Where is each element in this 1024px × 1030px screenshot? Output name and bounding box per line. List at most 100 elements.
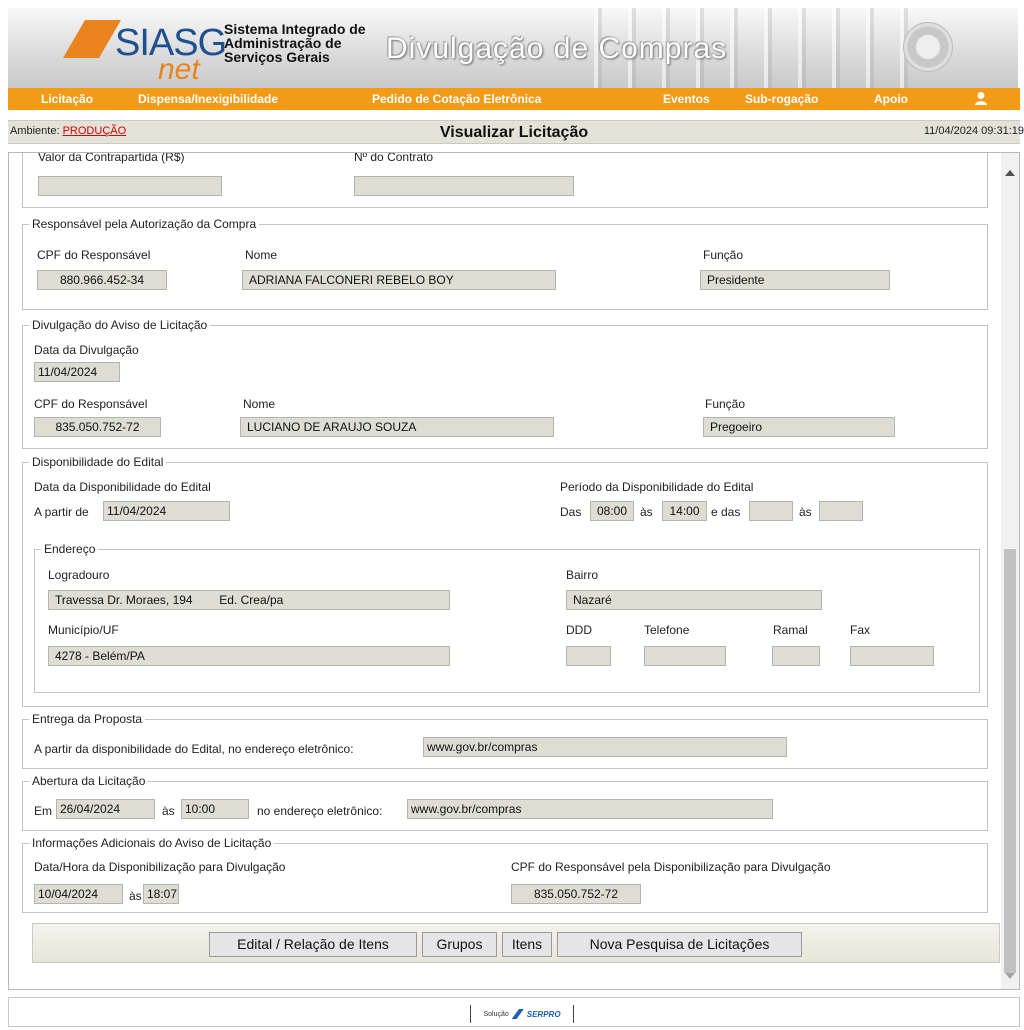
divulgacao-nome-label: Nome (243, 397, 276, 411)
bairro-field: Nazaré (566, 590, 822, 610)
content-panel: Valor da Contrapartida (R$) Nº do Contra… (8, 152, 1020, 990)
valor-contrapartida-field (38, 176, 222, 196)
edital-as-label-1: às (640, 505, 653, 519)
fax-label: Fax (850, 623, 871, 637)
environment-indicator: Ambiente: PRODUÇÃO (10, 125, 126, 137)
autorizacao-funcao-label: Função (703, 248, 744, 262)
edital-e-das-label: e das (711, 505, 741, 519)
telefone-field (644, 646, 726, 666)
info-hora-field: 18:07 (143, 884, 179, 904)
abertura-as-label: às (162, 804, 175, 818)
grupos-button[interactable]: Grupos (422, 932, 497, 957)
entrega-legend: Entrega da Proposta (29, 712, 146, 726)
menu-eventos[interactable]: Eventos (663, 92, 710, 106)
environment-link[interactable]: PRODUÇÃO (63, 125, 127, 137)
info-cpf-field: 835.050.752-72 (511, 884, 641, 904)
menu-apoio[interactable]: Apoio (874, 92, 908, 106)
logradouro-value: Travessa Dr. Moraes, 194 Ed. Crea/pa (55, 593, 284, 607)
edital-data-label: Data da Disponibilidade do Edital (34, 480, 211, 494)
numero-contrato-field (354, 176, 574, 196)
edital-hora3-field (749, 501, 793, 521)
entrega-fieldset: Entrega da Proposta A partir da disponib… (22, 712, 988, 769)
divulgacao-data-label: Data da Divulgação (34, 343, 139, 357)
scrollbar-thumb[interactable] (1004, 549, 1016, 973)
action-button-bar: Edital / Relação de Itens Grupos Itens N… (32, 923, 1000, 963)
endereco-fieldset: Endereço Logradouro Travessa Dr. Moraes,… (34, 542, 980, 693)
itens-button[interactable]: Itens (502, 932, 552, 957)
divulgacao-legend: Divulgação do Aviso de Licitação (29, 318, 211, 332)
edital-periodo-label: Período da Disponibilidade do Edital (560, 480, 754, 494)
vertical-scrollbar[interactable] (1001, 153, 1019, 989)
solucao-text: Solução (483, 1010, 509, 1018)
abertura-fieldset: Abertura da Licitação Em 26/04/2024 às 1… (22, 774, 988, 831)
serpro-badge: Solução SERPRO (470, 1005, 574, 1023)
abertura-url-field: www.gov.br/compras (407, 799, 773, 819)
autorizacao-nome-label: Nome (245, 248, 278, 262)
edital-a-partir-label: A partir de (34, 505, 89, 519)
endereco-legend: Endereço (41, 542, 99, 556)
edital-hora1-field: 08:00 (590, 501, 634, 521)
edital-legend: Disponibilidade do Edital (29, 455, 167, 469)
divulgacao-fieldset: Divulgação do Aviso de Licitação Data da… (22, 318, 988, 449)
menu-dispensa-inexigibilidade[interactable]: Dispensa/Inexigibilidade (138, 92, 278, 106)
autorizacao-nome-field: ADRIANA FALCONERI REBELO BOY (242, 270, 556, 290)
divulgacao-funcao-label: Função (705, 397, 746, 411)
system-name: Sistema Integrado de Administração de Se… (224, 22, 374, 64)
fax-field (850, 646, 934, 666)
nova-pesquisa-button[interactable]: Nova Pesquisa de Licitações (557, 932, 802, 957)
header-banner: SIASG net Sistema Integrado de Administr… (8, 8, 1018, 88)
divulgacao-cpf-field: 835.050.752-72 (34, 417, 161, 437)
autorizacao-legend: Responsável pela Autorização da Compra (29, 217, 260, 231)
ramal-label: Ramal (773, 623, 808, 637)
ddd-field (566, 646, 611, 666)
numero-contrato-label: Nº do Contrato (354, 152, 434, 164)
bairro-label: Bairro (566, 568, 599, 582)
serpro-text: SERPRO (526, 1009, 561, 1019)
scroll-down-arrow-icon[interactable] (1005, 973, 1015, 979)
municipio-field: 4278 - Belém/PA (48, 646, 450, 666)
contrapartida-fieldset: Valor da Contrapartida (R$) Nº do Contra… (22, 152, 988, 208)
abertura-legend: Abertura da Licitação (29, 774, 149, 788)
user-icon[interactable] (974, 91, 988, 106)
divulgacao-data-field: 11/04/2024 (34, 362, 120, 382)
siasg-logo: SIASG net (63, 20, 227, 86)
entrega-text: A partir da disponibilidade do Edital, n… (34, 742, 354, 756)
info-adicionais-fieldset: Informações Adicionais do Aviso de Licit… (22, 836, 988, 913)
footer: Solução SERPRO (8, 997, 1020, 1027)
info-data-field: 10/04/2024 (34, 884, 123, 904)
edital-relacao-itens-button[interactable]: Edital / Relação de Itens (209, 932, 417, 957)
logradouro-field: Travessa Dr. Moraes, 194 Ed. Crea/pa (48, 590, 450, 610)
abertura-hora-field: 10:00 (181, 799, 249, 819)
abertura-endereco-label: no endereço eletrônico: (257, 804, 383, 818)
environment-label: Ambiente: (10, 125, 63, 137)
menu-pedido-cotacao[interactable]: Pedido de Cotação Eletrônica (372, 92, 541, 106)
menu-sub-rogacao[interactable]: Sub-rogação (745, 92, 818, 106)
municipio-label: Município/UF (48, 623, 119, 637)
abertura-em-label: Em (34, 804, 52, 818)
coat-of-arms-icon (903, 22, 953, 72)
menu-licitacao[interactable]: Licitação (41, 92, 93, 106)
ramal-field (772, 646, 820, 666)
status-bar: Ambiente: PRODUÇÃO Visualizar Licitação … (8, 120, 1024, 144)
logo-subtext: net (158, 53, 200, 86)
info-cpf-label: CPF do Responsável pela Disponibilização… (511, 860, 831, 874)
entrega-url-field: www.gov.br/compras (423, 737, 787, 757)
divulgacao-nome-field: LUCIANO DE ARAUJO SOUZA (240, 417, 554, 437)
siasg-logo-mark-icon (63, 20, 121, 58)
divulgacao-funcao-field: Pregoeiro (703, 417, 895, 437)
edital-data-field: 11/04/2024 (103, 501, 230, 521)
system-name-line-3: Serviços Gerais (224, 49, 330, 65)
edital-as-label-2: às (799, 505, 812, 519)
banner-headline: Divulgação de Compras (386, 32, 728, 65)
divulgacao-cpf-label: CPF do Responsável (34, 397, 148, 411)
current-datetime: 11/04/2024 09:31:19 (923, 125, 1024, 137)
info-as-label: às (129, 889, 142, 903)
system-name-line-1: Sistema Integrado de (224, 21, 366, 37)
edital-hora4-field (819, 501, 863, 521)
autorizacao-cpf-field: 880.966.452-34 (37, 270, 167, 290)
serpro-logo-icon (511, 1009, 524, 1019)
page-title: Visualizar Licitação (439, 124, 589, 141)
abertura-data-field: 26/04/2024 (56, 799, 155, 819)
scroll-up-arrow-icon[interactable] (1005, 170, 1015, 176)
logradouro-label: Logradouro (48, 568, 110, 582)
